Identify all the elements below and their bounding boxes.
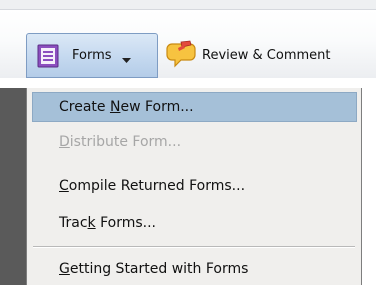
forms-dropdown-menu: Create New Form... Distribute Form... Co…: [26, 88, 362, 285]
forms-menu-button[interactable]: Forms: [26, 33, 158, 78]
menu-item-text: Getting Started with Forms: [59, 261, 249, 277]
review-comment-button[interactable]: Review & Comment: [166, 40, 330, 70]
document-area-left: [0, 88, 26, 285]
menu-item-distribute-form: Distribute Form...: [32, 127, 357, 157]
menu-item-getting-started[interactable]: Getting Started with Forms: [32, 254, 357, 284]
menu-item-text: Compile Returned Forms...: [59, 178, 246, 194]
window-top-band: [0, 0, 376, 9]
menu-item-text: Track Forms...: [59, 215, 157, 231]
menu-item-create-new-form[interactable]: Create New Form...: [32, 92, 357, 122]
menu-item-text: Create New Form...: [59, 99, 194, 115]
review-comment-label: Review & Comment: [202, 47, 331, 63]
menu-item-text: Distribute Form...: [59, 134, 182, 150]
speech-bubble-pencil-icon: [166, 40, 198, 70]
forms-icon: [37, 44, 59, 68]
menu-separator: [33, 246, 355, 248]
menu-item-track-forms[interactable]: Track Forms...: [32, 208, 357, 238]
document-area-right: [362, 88, 376, 285]
toolbar: Forms Review & Comment: [0, 9, 376, 78]
forms-button-label: Forms: [72, 48, 112, 63]
dropdown-arrow-icon: [121, 53, 131, 63]
menu-item-compile-returned-forms[interactable]: Compile Returned Forms...: [32, 171, 357, 201]
